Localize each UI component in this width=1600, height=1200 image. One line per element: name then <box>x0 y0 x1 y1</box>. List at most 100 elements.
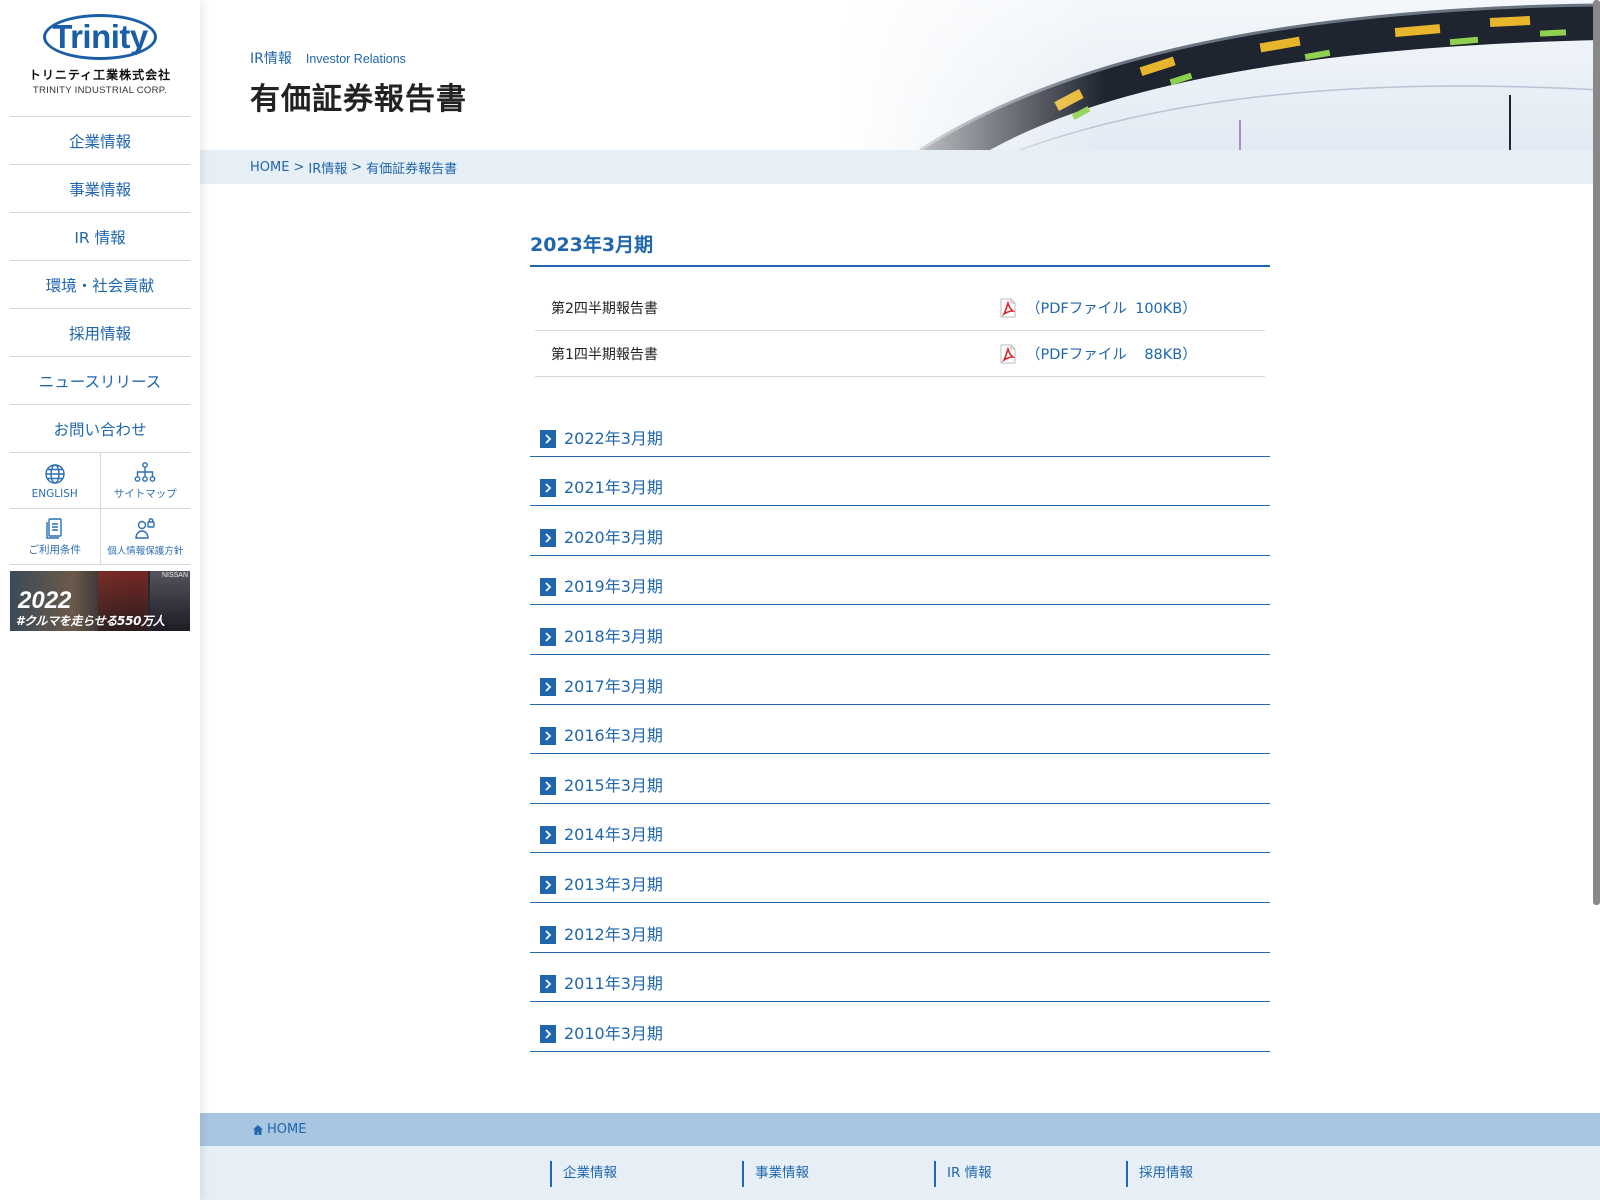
pdf-icon <box>1000 344 1016 363</box>
english-label: ENGLISH <box>31 487 78 500</box>
banner-text: #クルマを走らせる550万人 <box>16 614 165 628</box>
home-icon <box>253 1124 263 1135</box>
year-label: 2017年3月期 <box>564 676 663 696</box>
nav-item-news[interactable]: ニュースリリース <box>10 357 190 405</box>
banner-brand: NISSAN <box>161 572 188 579</box>
year-item-2011[interactable]: 2011年3月期 <box>530 953 1270 1003</box>
sitemap-label: サイトマップ <box>113 488 177 500</box>
nav-item-ir[interactable]: IR 情報 <box>10 213 190 261</box>
nav-item-recruit[interactable]: 採用情報 <box>10 309 190 357</box>
year-label: 2013年3月期 <box>564 874 663 894</box>
report-name: 第2四半期報告書 <box>551 300 658 317</box>
pdf-link-prefix: （PDFファイル <box>1026 347 1127 363</box>
section-heading: IR情報 Investor Relations <box>250 48 467 68</box>
year-label: 2010年3月期 <box>564 1023 663 1043</box>
year-item-2017[interactable]: 2017年3月期 <box>530 655 1270 705</box>
person-lock-icon <box>135 517 155 539</box>
year-label: 2014年3月期 <box>564 825 663 845</box>
report-row: 第1四半期報告書 （PDFファイル 88KB） <box>535 331 1265 377</box>
year-accordion-list: 2022年3月期 2021年3月期 2020年3月期 2019年3月期 2018… <box>530 407 1270 1052</box>
year-item-2019[interactable]: 2019年3月期 <box>530 556 1270 606</box>
chevron-right-icon <box>540 727 556 746</box>
breadcrumb: HOME > IR情報 > 有価証券報告書 <box>200 150 1600 184</box>
year-label: 2012年3月期 <box>564 924 663 944</box>
year-label: 2021年3月期 <box>564 478 663 498</box>
pdf-link[interactable]: （PDFファイル 100KB） <box>999 297 1197 318</box>
year-label: 2015年3月期 <box>564 775 663 795</box>
page-scrollbar[interactable] <box>1593 0 1600 905</box>
year-item-2021[interactable]: 2021年3月期 <box>530 457 1270 507</box>
header-text: IR情報 Investor Relations 有価証券報告書 <box>250 48 467 118</box>
section-name-jp: IR情報 <box>250 51 292 67</box>
chevron-right-icon <box>540 528 556 547</box>
nav-item-company[interactable]: 企業情報 <box>10 117 190 165</box>
banner-year: 2022 <box>18 587 72 614</box>
pdf-file-size: 88KB） <box>1144 347 1197 363</box>
footer-nav-ir[interactable]: IR 情報 <box>934 1161 992 1187</box>
pdf-icon <box>1000 298 1016 317</box>
logo-company-name-jp: トリニティ工業株式会社 <box>28 68 172 82</box>
year-item-2020[interactable]: 2020年3月期 <box>530 506 1270 556</box>
stock-ticker-photo <box>840 0 1600 150</box>
page-header: IR情報 Investor Relations 有価証券報告書 <box>200 0 1600 150</box>
year-item-2022[interactable]: 2022年3月期 <box>530 407 1270 457</box>
year-item-2010[interactable]: 2010年3月期 <box>530 1002 1270 1052</box>
year-label: 2011年3月期 <box>564 974 663 994</box>
breadcrumb-current: 有価証券報告書 <box>366 161 458 177</box>
year-label: 2018年3月期 <box>564 626 663 646</box>
globe-icon <box>45 463 65 484</box>
company-logo[interactable]: Trinity トリニティ工業株式会社 TRINITY INDUSTRIAL C… <box>0 0 200 116</box>
logo-mark: Trinity <box>43 14 157 60</box>
breadcrumb-home[interactable]: HOME <box>250 160 289 175</box>
footer-nav-company[interactable]: 企業情報 <box>550 1161 617 1187</box>
logo-company-name-en: TRINITY INDUSTRIAL CORP. <box>32 85 168 96</box>
breadcrumb-ir[interactable]: IR情報 <box>308 158 347 177</box>
utility-row-1: ENGLISH サイトマップ <box>10 453 190 509</box>
page-title: 有価証券報告書 <box>250 82 467 117</box>
sitemap-icon <box>134 462 156 482</box>
nav-item-environment[interactable]: 環境・社会貢献 <box>10 261 190 309</box>
year-label: 2022年3月期 <box>564 428 663 448</box>
terms-label: ご利用条件 <box>28 544 82 556</box>
sitemap-link[interactable]: サイトマップ <box>99 453 191 508</box>
chevron-right-icon <box>540 826 556 845</box>
english-link[interactable]: ENGLISH <box>10 453 100 508</box>
footer-nav-recruit[interactable]: 採用情報 <box>1126 1161 1193 1187</box>
footer-home-link[interactable]: HOME <box>252 1122 306 1137</box>
pdf-link-prefix: （PDFファイル <box>1026 301 1127 317</box>
year-item-2018[interactable]: 2018年3月期 <box>530 605 1270 655</box>
pdf-link[interactable]: （PDFファイル 88KB） <box>999 343 1197 364</box>
chevron-right-icon <box>540 925 556 944</box>
breadcrumb-separator: > <box>293 159 305 175</box>
footer-nav-business[interactable]: 事業情報 <box>742 1161 809 1187</box>
document-icon <box>46 518 62 539</box>
pdf-file-size: 100KB） <box>1135 301 1197 317</box>
report-name: 第1四半期報告書 <box>551 346 658 363</box>
chevron-right-icon <box>540 429 556 448</box>
year-item-2014[interactable]: 2014年3月期 <box>530 804 1270 854</box>
terms-link[interactable]: ご利用条件 <box>10 509 100 564</box>
chevron-right-icon <box>540 776 556 795</box>
year-item-2012[interactable]: 2012年3月期 <box>530 903 1270 953</box>
chevron-right-icon <box>540 1024 556 1043</box>
year-label: 2020年3月期 <box>564 527 663 547</box>
privacy-link[interactable]: 個人情報保護方針 <box>99 509 191 564</box>
sidebar: Trinity トリニティ工業株式会社 TRINITY INDUSTRIAL C… <box>0 0 200 1200</box>
year-item-2013[interactable]: 2013年3月期 <box>530 853 1270 903</box>
report-list: 第2四半期報告書 （PDFファイル 100KB） 第1四半期報告書 （PDFファ… <box>535 285 1265 377</box>
year-item-2016[interactable]: 2016年3月期 <box>530 705 1270 755</box>
chevron-right-icon <box>540 875 556 894</box>
year-item-2015[interactable]: 2015年3月期 <box>530 754 1270 804</box>
nav-item-business[interactable]: 事業情報 <box>10 165 190 213</box>
current-year-heading: 2023年3月期 <box>530 230 1270 267</box>
year-label: 2016年3月期 <box>564 726 663 746</box>
report-row: 第2四半期報告書 （PDFファイル 100KB） <box>535 285 1265 331</box>
main-content: 2023年3月期 第2四半期報告書 （PDFファイル 100KB） 第1四半期報… <box>530 230 1270 1052</box>
campaign-banner[interactable]: 2022 #クルマを走らせる550万人 NISSAN <box>10 571 190 631</box>
chevron-right-icon <box>540 627 556 646</box>
main-nav: 企業情報 事業情報 IR 情報 環境・社会貢献 採用情報 ニュースリリース お問… <box>10 116 190 453</box>
nav-item-contact[interactable]: お問い合わせ <box>10 405 190 453</box>
chevron-right-icon <box>540 479 556 498</box>
year-label: 2019年3月期 <box>564 577 663 597</box>
section-name-en: Investor Relations <box>305 52 406 66</box>
